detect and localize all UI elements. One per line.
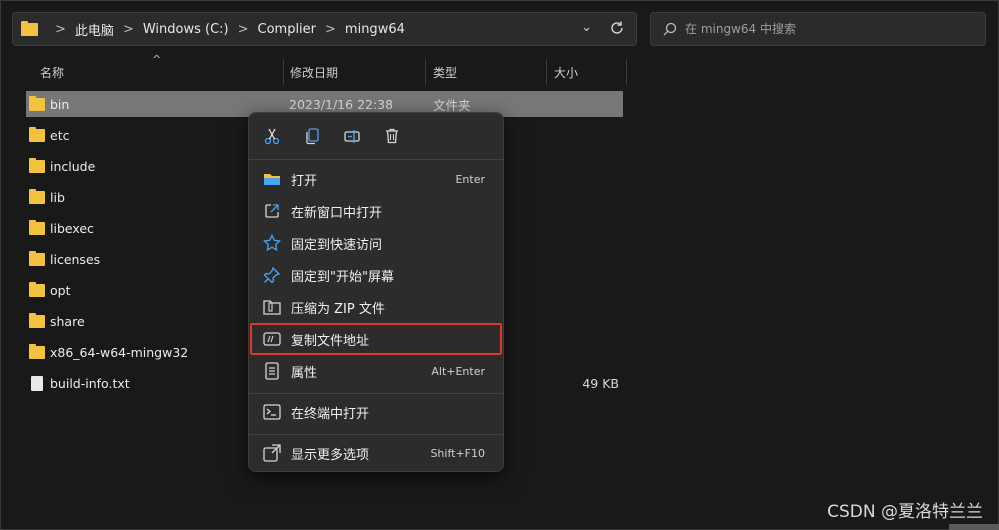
folder-icon: [29, 250, 45, 266]
breadcrumb-separator[interactable]: >: [123, 22, 134, 37]
properties-icon: [263, 362, 281, 380]
watermark: CSDN @夏洛特兰兰: [827, 502, 983, 522]
folder-open-icon: [263, 170, 281, 188]
rename-icon[interactable]: [343, 127, 361, 145]
menu-divider: [249, 159, 503, 160]
star-icon: [263, 234, 281, 252]
column-header-date[interactable]: 修改日期: [282, 59, 426, 85]
more-options-icon: [263, 444, 281, 462]
breadcrumb-complier[interactable]: Complier: [258, 22, 317, 37]
pin-icon: [263, 266, 281, 284]
search-box[interactable]: [650, 12, 986, 46]
chevron-down-icon[interactable]: ⌄: [581, 20, 592, 35]
copy-icon[interactable]: [303, 127, 321, 145]
menu-item-properties[interactable]: 属性 Alt+Enter: [253, 356, 499, 386]
annotation-highlight-box: [250, 323, 502, 355]
folder-icon: [29, 312, 45, 328]
column-header-size[interactable]: 大小: [546, 59, 627, 85]
folder-icon: [29, 157, 45, 173]
column-header-name[interactable]: 名称: [32, 59, 284, 85]
menu-divider: [249, 393, 503, 394]
menu-divider: [249, 434, 503, 435]
column-header-type[interactable]: 类型: [425, 59, 547, 85]
context-menu: 打开 Enter 在新窗口中打开 固定到快速访问 固定到"开始"屏幕 压缩为 Z…: [248, 112, 504, 472]
menu-item-open-terminal[interactable]: 在终端中打开: [253, 397, 499, 427]
search-input[interactable]: [685, 22, 965, 36]
quick-actions-bar: [249, 113, 503, 159]
menu-item-pin-quick-access[interactable]: 固定到快速访问: [253, 228, 499, 258]
menu-item-open-new-window[interactable]: 在新窗口中打开: [253, 196, 499, 226]
folder-icon: [29, 281, 45, 297]
breadcrumb-separator[interactable]: >: [238, 22, 249, 37]
menu-item-open[interactable]: 打开 Enter: [253, 164, 499, 194]
breadcrumb-mingw64[interactable]: mingw64: [345, 22, 405, 37]
breadcrumb-separator: >: [55, 21, 66, 37]
breadcrumb-this-pc[interactable]: 此电脑: [75, 20, 114, 39]
text-file-icon: [31, 375, 43, 391]
terminal-icon: [263, 403, 281, 421]
delete-icon[interactable]: [383, 127, 401, 145]
folder-icon: [29, 126, 45, 142]
folder-icon: [29, 188, 45, 204]
cut-icon[interactable]: [263, 127, 281, 145]
breadcrumb-separator[interactable]: >: [325, 22, 336, 37]
zip-icon: [263, 298, 281, 316]
address-bar[interactable]: > 此电脑 > Windows (C:) > Complier > mingw6…: [12, 12, 637, 46]
folder-icon: [29, 219, 45, 235]
corner-block: [949, 524, 999, 530]
menu-item-compress-zip[interactable]: 压缩为 ZIP 文件: [253, 292, 499, 322]
refresh-icon[interactable]: [608, 19, 626, 37]
menu-item-pin-start[interactable]: 固定到"开始"屏幕: [253, 260, 499, 290]
open-new-window-icon: [263, 202, 281, 220]
folder-icon: [29, 95, 45, 111]
search-icon: [663, 22, 677, 36]
folder-icon: [21, 20, 38, 36]
folder-icon: [29, 343, 45, 359]
breadcrumb-windows-c[interactable]: Windows (C:): [143, 22, 229, 37]
menu-item-more-options[interactable]: 显示更多选项 Shift+F10: [253, 438, 499, 468]
